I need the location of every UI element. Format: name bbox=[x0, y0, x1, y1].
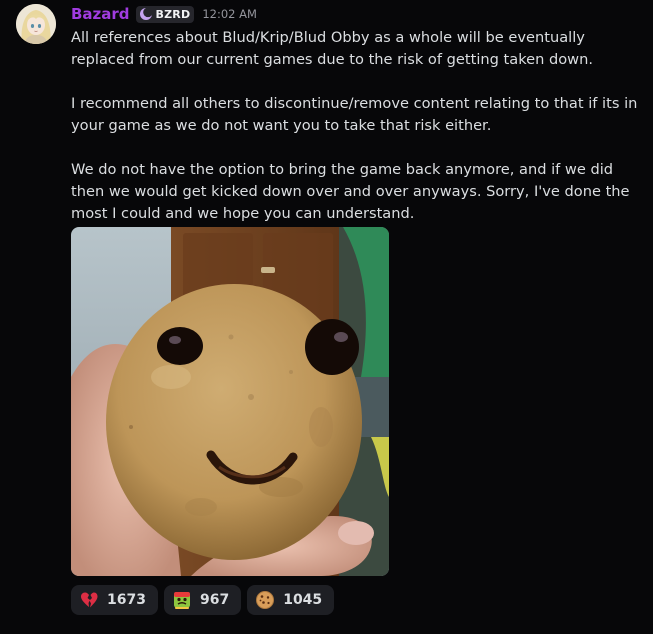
message-content: All references about Blud/Krip/Blud Obby… bbox=[71, 27, 641, 225]
reaction-broken-heart[interactable]: 1673 bbox=[71, 585, 158, 615]
server-tag-label: BZRD bbox=[155, 7, 191, 21]
reaction-cookie[interactable]: 1045 bbox=[247, 585, 335, 615]
message-paragraph: All references about Blud/Krip/Blud Obby… bbox=[71, 29, 594, 68]
image-attachment[interactable] bbox=[71, 227, 389, 576]
author-name[interactable]: Bazard bbox=[71, 5, 130, 23]
reaction-nauseated-face[interactable]: 967 bbox=[163, 585, 242, 615]
broken-heart-icon bbox=[81, 592, 98, 608]
message-paragraph: I recommend all others to discontinue/re… bbox=[71, 95, 638, 134]
message-timestamp[interactable]: 12:02 AM bbox=[202, 7, 257, 21]
moon-tag-icon bbox=[139, 7, 153, 20]
server-tag[interactable]: BZRD bbox=[135, 5, 195, 23]
message-header: Bazard BZRD 12:02 AM bbox=[71, 4, 257, 24]
cookie-icon bbox=[256, 591, 275, 609]
reaction-count: 1045 bbox=[283, 592, 323, 608]
chat-message: Bazard BZRD 12:02 AM All references abou… bbox=[0, 0, 653, 634]
anime-avatar-icon bbox=[16, 4, 56, 44]
reaction-count: 1673 bbox=[107, 592, 146, 608]
nauseated-face-icon bbox=[173, 592, 190, 609]
reactions-bar: 1673 967 1045 bbox=[71, 585, 335, 615]
message-paragraph: We do not have the option to bring the g… bbox=[71, 161, 630, 222]
avatar[interactable] bbox=[16, 4, 56, 44]
cookie-with-face-photo bbox=[71, 227, 389, 576]
reaction-count: 967 bbox=[199, 592, 230, 608]
